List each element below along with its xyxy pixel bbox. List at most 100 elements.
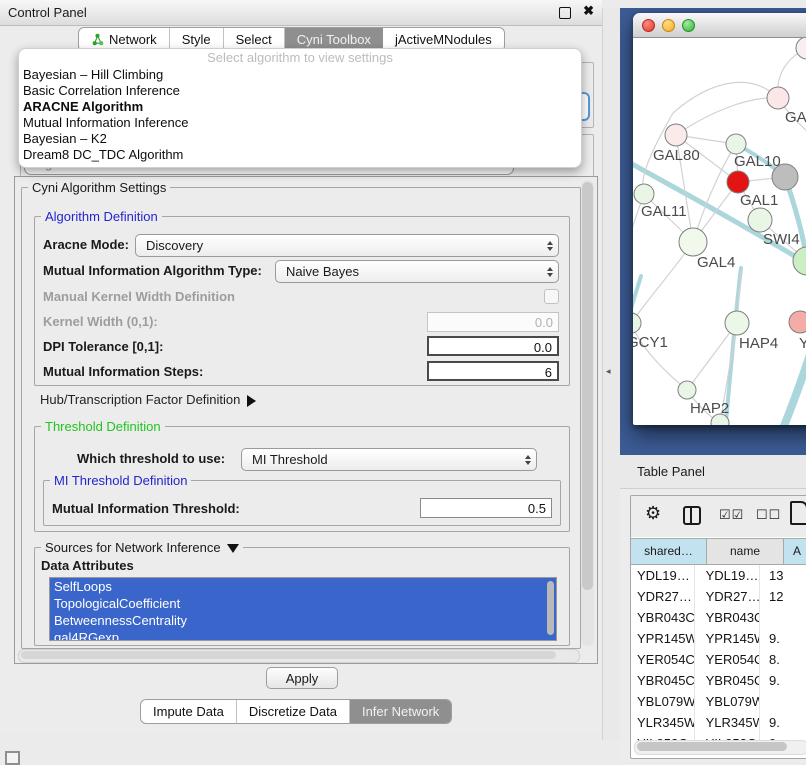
apply-button[interactable]: Apply: [266, 667, 338, 689]
float-panel-icon[interactable]: [559, 7, 571, 19]
data-attribute-option-selfloops[interactable]: SelfLoops: [50, 578, 556, 595]
table-row[interactable]: YLR345WYLR345W9.: [631, 712, 806, 733]
network-window[interactable]: GALGAL80GAL10GAL1SWI4GAL11GAL4GCY1HAP4YH…: [633, 13, 806, 425]
table-cell[interactable]: YLR345W: [695, 712, 760, 733]
column-header-a[interactable]: A: [784, 539, 806, 564]
network-node-gal10[interactable]: [726, 134, 746, 154]
kernel-width-field[interactable]: 0.0: [427, 312, 559, 332]
table-cell[interactable]: YBR043C: [695, 607, 760, 628]
table-cell[interactable]: 12: [760, 586, 806, 607]
minimize-window-icon[interactable]: [662, 19, 675, 32]
settings-vertical-scrollbar[interactable]: [581, 180, 594, 646]
algorithm-option-bayesian-hill-climbing[interactable]: Bayesian – Hill Climbing: [19, 67, 581, 83]
table-cell[interactable]: YDR27…: [695, 586, 760, 607]
sources-title[interactable]: Sources for Network Inference: [41, 540, 243, 555]
table-row[interactable]: YBR045CYBR045C9.: [631, 670, 806, 691]
panel-divider[interactable]: ◂: [602, 8, 621, 740]
table-cell[interactable]: [760, 607, 806, 628]
which-threshold-combo[interactable]: MI Threshold: [241, 448, 537, 471]
table-row[interactable]: YER054CYER054C8.: [631, 649, 806, 670]
table-cell[interactable]: YDR27…: [631, 586, 695, 607]
table-cell[interactable]: YPR145W: [695, 628, 760, 649]
table-cell[interactable]: YBL079W: [631, 691, 695, 712]
table-cell[interactable]: YER054C: [631, 649, 695, 670]
data-attribute-option-betweennesscentrality[interactable]: BetweennessCentrality: [50, 612, 556, 629]
list-scrollbar[interactable]: [546, 580, 555, 638]
algorithm-option-bayesian-k2[interactable]: Bayesian – K2: [19, 131, 581, 147]
table-cell[interactable]: 8.: [760, 649, 806, 670]
network-node-swi4[interactable]: [748, 208, 772, 232]
select-all-icon[interactable]: ☑☑: [719, 507, 744, 523]
table-row[interactable]: YDR27…YDR27…12: [631, 586, 806, 607]
network-node-hap4[interactable]: [725, 311, 749, 335]
network-node-gal11[interactable]: [634, 184, 654, 204]
node-label: HAP4: [739, 335, 778, 352]
table-cell[interactable]: YBR045C: [695, 670, 760, 691]
network-node-hap2[interactable]: [678, 381, 696, 399]
table-row[interactable]: YDL19…YDL19…13: [631, 565, 806, 586]
gear-icon[interactable]: ⚙: [645, 503, 661, 524]
network-node-y[interactable]: [789, 311, 806, 333]
table-row[interactable]: YPR145WYPR145W9.: [631, 628, 806, 649]
table-cell[interactable]: 9.: [760, 670, 806, 691]
network-node[interactable]: [796, 38, 806, 59]
table-cell[interactable]: YBR043C: [631, 607, 695, 628]
table-row[interactable]: YBR043CYBR043C: [631, 607, 806, 628]
close-panel-icon[interactable]: ✖: [583, 3, 594, 19]
tab-infer-network[interactable]: Infer Network: [350, 700, 451, 723]
tab-impute-data[interactable]: Impute Data: [141, 700, 237, 723]
table-toolbar: ⚙ ☑☑ ☐☐: [631, 496, 806, 537]
mi-type-combo[interactable]: Naive Bayes: [275, 260, 559, 283]
manual-kernel-checkbox[interactable]: [544, 289, 559, 304]
column-header-shared-[interactable]: shared…: [631, 539, 707, 564]
algorithm-option-dream8-dc-tdc-algorithm[interactable]: Dream8 DC_TDC Algorithm: [19, 147, 581, 163]
split-view-icon[interactable]: [683, 506, 701, 525]
hub-definition-toggle[interactable]: Hub/Transcription Factor Definition: [40, 392, 256, 407]
network-node-gcy1[interactable]: [633, 313, 641, 333]
network-node[interactable]: [772, 164, 798, 190]
zoom-window-icon[interactable]: [682, 19, 695, 32]
deselect-all-icon[interactable]: ☐☐: [756, 507, 781, 523]
table-cell[interactable]: YER054C: [695, 649, 760, 670]
algorithm-option-mutual-information-inference[interactable]: Mutual Information Inference: [19, 115, 581, 131]
column-header-name[interactable]: name: [707, 539, 784, 564]
network-edge[interactable]: [633, 242, 693, 323]
table-cell[interactable]: [760, 691, 806, 712]
table-cell[interactable]: YDL19…: [695, 565, 760, 586]
algorithm-option-basic-correlation-inference[interactable]: Basic Correlation Inference: [19, 83, 581, 99]
data-attribute-option-gal4rgexp[interactable]: gal4RGexp: [50, 629, 556, 641]
table-cell[interactable]: YBL079W: [695, 691, 760, 712]
mi-type-label: Mutual Information Algorithm Type:: [43, 263, 262, 278]
dock-panel-icon[interactable]: [5, 751, 20, 765]
table-row[interactable]: YBL079WYBL079W: [631, 691, 806, 712]
table-cell[interactable]: YLR345W: [631, 712, 695, 733]
table-cell[interactable]: 13: [760, 565, 806, 586]
aracne-mode-combo[interactable]: Discovery: [135, 234, 559, 257]
sources-group: Sources for Network Inference Data Attri…: [34, 547, 570, 646]
network-node-gal4[interactable]: [679, 228, 707, 256]
settings-horizontal-scrollbar[interactable]: [18, 649, 580, 663]
network-node-gal1[interactable]: [727, 171, 749, 193]
network-canvas[interactable]: GALGAL80GAL10GAL1SWI4GAL11GAL4GCY1HAP4YH…: [633, 38, 806, 425]
table-cell[interactable]: YBR045C: [631, 670, 695, 691]
tab-discretize-data[interactable]: Discretize Data: [237, 700, 350, 723]
network-node-gal80[interactable]: [665, 124, 687, 146]
close-window-icon[interactable]: [642, 19, 655, 32]
table-cell[interactable]: 9.: [760, 628, 806, 649]
data-attributes-label: Data Attributes: [41, 558, 134, 573]
algorithm-option-aracne-algorithm[interactable]: ARACNE Algorithm: [19, 99, 581, 115]
table-cell[interactable]: YDL19…: [631, 565, 695, 586]
network-edge[interactable]: [676, 98, 778, 135]
dpi-tolerance-field[interactable]: 0.0: [427, 336, 559, 356]
table-cell[interactable]: 9.: [760, 712, 806, 733]
network-node-gal[interactable]: [767, 87, 789, 109]
collapse-arrow-icon[interactable]: ◂: [606, 366, 611, 377]
function-builder-icon[interactable]: [790, 501, 806, 525]
table-panel-titlebar: Table Panel: [620, 455, 806, 489]
data-attribute-option-topologicalcoefficient[interactable]: TopologicalCoefficient: [50, 595, 556, 612]
table-horizontal-scrollbar[interactable]: [634, 740, 806, 755]
mi-threshold-field[interactable]: 0.5: [420, 498, 552, 518]
table-cell[interactable]: YPR145W: [631, 628, 695, 649]
mi-steps-field[interactable]: 6: [427, 361, 559, 381]
data-attributes-list[interactable]: SelfLoopsTopologicalCoefficientBetweenne…: [49, 577, 557, 641]
